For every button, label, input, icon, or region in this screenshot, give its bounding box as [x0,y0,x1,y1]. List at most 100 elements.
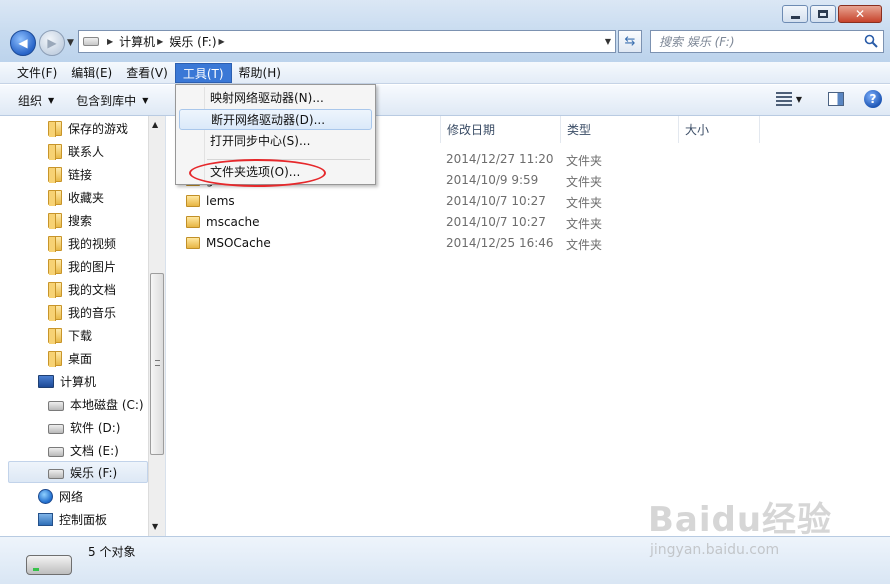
folder-icon [48,235,62,252]
tools-menu: 映射网络驱动器(N)... 断开网络驱动器(D)... 打开同步中心(S)...… [175,84,376,185]
include-in-library-button[interactable]: 包含到库中 ▼ [76,92,148,109]
nav-item-saved-games[interactable]: 保存的游戏 [48,117,148,139]
desktop-folder-icon [48,350,62,367]
system-drive-icon [48,401,64,411]
nav-item-drive-f[interactable]: 娱乐 (F:) [8,461,148,483]
folder-icon [48,212,62,229]
folder-icon [186,216,200,228]
include-label: 包含到库中 [76,93,137,108]
status-item-count: 5 个对象 [88,545,136,559]
toolbar-right: ▼ ? [775,90,882,108]
organize-label: 组织 [18,93,43,108]
menu-open-sync-center[interactable]: 打开同步中心(S)... [179,131,372,152]
chevron-right-icon[interactable]: ▶ [107,37,113,46]
drive-icon [48,469,64,479]
caret-down-icon: ▼ [142,95,149,105]
nav-item-drive-d[interactable]: 软件 (D:) [48,416,148,438]
preview-pane-icon[interactable] [828,92,844,106]
computer-icon [38,374,54,388]
file-row[interactable]: MSOCache 2014/12/25 16:46 文件夹 [166,233,890,254]
column-header-size[interactable]: 大小 [678,116,760,143]
menu-view[interactable]: 查看(V) [119,63,175,83]
folder-icon [48,304,62,321]
nav-item-links[interactable]: 链接 [48,163,148,185]
status-bar: 5 个对象 [0,536,890,584]
scroll-thumb[interactable] [150,273,164,455]
nav-item-drive-e[interactable]: 文档 (E:) [48,439,148,461]
organize-button[interactable]: 组织 ▼ [18,92,54,109]
refresh-icon: ⇆ [624,34,636,49]
menu-bar: 文件(F) 编辑(E) 查看(V) 工具(T) 帮助(H) [0,62,890,84]
network-icon [38,488,53,504]
menu-file[interactable]: 文件(F) [10,63,64,83]
view-options-icon[interactable] [775,92,792,106]
arrow-left-icon: ◀ [18,36,28,50]
menu-tools[interactable]: 工具(T) [174,62,232,83]
close-button[interactable]: ✕ [838,5,882,23]
minimize-icon [790,15,800,19]
file-row[interactable]: lems 2014/10/7 10:27 文件夹 [166,191,890,212]
nav-scrollbar[interactable]: ▲ ▼ [148,116,165,536]
caret-down-icon: ▼ [48,95,55,105]
command-bar: 组织 ▼ 包含到库中 ▼ ▼ ? [0,85,890,116]
help-icon[interactable]: ? [864,90,882,108]
nav-item-favorites[interactable]: 收藏夹 [48,186,148,208]
scroll-down-icon[interactable]: ▼ [152,522,158,531]
nav-item-contacts[interactable]: 联系人 [48,140,148,162]
search-placeholder: 搜索 娱乐 (F:) [659,35,735,49]
grip-icon [155,360,160,366]
download-folder-icon [48,327,62,344]
minimize-button[interactable] [782,5,808,23]
nav-item-my-documents[interactable]: 我的文档 [48,278,148,300]
folder-icon [48,166,62,183]
column-header-date[interactable]: 修改日期 [440,116,560,143]
drive-icon [48,447,64,457]
window-controls: ✕ [780,5,882,23]
file-row[interactable]: mscache 2014/10/7 10:27 文件夹 [166,212,890,233]
title-bar: ✕ ◀ ▶ ▼ ▶ 计算机 ▶ 娱乐 (F:) ▶ ▼ ⇆ 搜索 娱乐 (F:) [0,0,890,62]
breadcrumb-drive-f[interactable]: 娱乐 (F:) [169,33,216,50]
nav-item-my-videos[interactable]: 我的视频 [48,232,148,254]
control-panel-icon [38,512,53,526]
menu-map-network-drive[interactable]: 映射网络驱动器(N)... [179,88,372,109]
chevron-right-icon[interactable]: ▶ [219,37,225,46]
back-button[interactable]: ◀ [10,30,36,56]
caret-down-icon[interactable]: ▼ [796,95,802,104]
chevron-right-icon[interactable]: ▶ [157,37,163,46]
nav-item-control-panel[interactable]: 控制面板 [38,508,148,530]
folder-icon [48,143,62,160]
folder-icon [48,258,62,275]
close-icon: ✕ [854,7,866,21]
drive-icon [48,424,64,434]
nav-item-searches[interactable]: 搜索 [48,209,148,231]
nav-item-my-pictures[interactable]: 我的图片 [48,255,148,277]
breadcrumb-computer[interactable]: 计算机 [119,33,155,50]
refresh-button[interactable]: ⇆ [618,30,642,53]
address-bar[interactable]: ▶ 计算机 ▶ 娱乐 (F:) ▶ ▼ [78,30,616,53]
nav-item-downloads[interactable]: 下载 [48,324,148,346]
forward-button[interactable]: ▶ [39,30,65,56]
nav-item-drive-c[interactable]: 本地磁盘 (C:) [48,393,148,415]
folder-icon [186,237,200,249]
search-input[interactable]: 搜索 娱乐 (F:) [650,30,884,53]
folder-icon [48,189,62,206]
nav-item-desktop[interactable]: 桌面 [48,347,148,369]
menu-separator [207,159,370,160]
drive-large-icon [26,555,72,575]
search-icon[interactable] [864,34,878,48]
nav-item-computer[interactable]: 计算机 [38,370,148,392]
scroll-up-icon[interactable]: ▲ [152,120,158,129]
maximize-button[interactable] [810,5,836,23]
menu-disconnect-network-drive[interactable]: 断开网络驱动器(D)... [179,109,372,130]
address-dropdown-icon[interactable]: ▼ [605,37,611,46]
nav-item-my-music[interactable]: 我的音乐 [48,301,148,323]
drive-icon [83,37,99,46]
folder-icon [48,120,62,137]
nav-item-network[interactable]: 网络 [38,485,148,507]
column-header-type[interactable]: 类型 [560,116,678,143]
menu-folder-options[interactable]: 文件夹选项(O)... [179,162,372,183]
menu-edit[interactable]: 编辑(E) [64,63,119,83]
recent-pages-dropdown[interactable]: ▼ [67,38,74,48]
maximize-icon [818,10,828,18]
menu-help[interactable]: 帮助(H) [232,63,288,83]
